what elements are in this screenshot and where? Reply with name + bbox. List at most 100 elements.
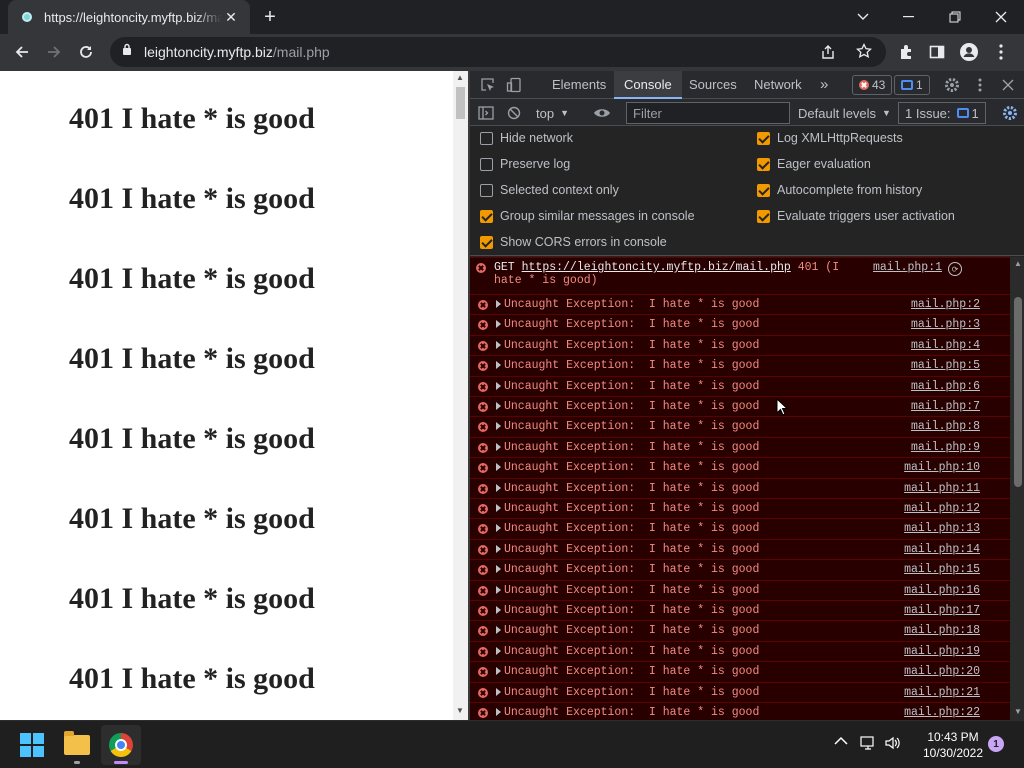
notification-badge[interactable]: 1 (988, 736, 1004, 752)
source-link[interactable]: mail.php:3 (911, 318, 980, 331)
expand-triangle-icon[interactable] (496, 626, 501, 635)
expand-triangle-icon[interactable] (496, 483, 501, 492)
console-exception-row[interactable]: Uncaught Exception: I hate * is good mail… (470, 334, 1010, 355)
expand-triangle-icon[interactable] (496, 687, 501, 696)
expand-triangle-icon[interactable] (496, 361, 501, 370)
tab-elements[interactable]: Elements (542, 71, 616, 99)
console-scrollbar[interactable]: ▲ ▼ (1010, 257, 1024, 720)
expand-triangle-icon[interactable] (496, 504, 501, 512)
taskbar-file-explorer[interactable] (57, 725, 97, 765)
console-exception-row[interactable]: Uncaught Exception: I hate * is good mail… (470, 375, 1010, 396)
devtools-menu-kebab-icon[interactable] (970, 75, 990, 95)
source-link[interactable]: mail.php:18 (904, 624, 980, 637)
console-settings-gear-icon[interactable] (1000, 103, 1020, 123)
clear-console-icon[interactable] (504, 103, 524, 123)
source-link[interactable]: mail.php:8 (911, 420, 980, 433)
tab-console[interactable]: Console (614, 71, 682, 99)
expand-triangle-icon[interactable] (496, 524, 501, 533)
checkbox[interactable] (480, 131, 493, 145)
console-exception-row[interactable]: Uncaught Exception: I hate * is good mail… (470, 559, 1010, 579)
expand-triangle-icon[interactable] (496, 606, 501, 614)
more-tabs-chevron-icon[interactable]: » (810, 71, 838, 99)
source-link[interactable]: mail.php:22 (904, 706, 980, 719)
minimize-button[interactable] (895, 3, 923, 31)
scroll-down-arrow-icon[interactable]: ▼ (1014, 708, 1022, 716)
source-link[interactable]: mail.php:13 (904, 522, 980, 535)
source-link[interactable]: mail.php:6 (911, 380, 980, 393)
error-url-link[interactable]: https://leightoncity.myftp.biz/mail.php (522, 261, 791, 274)
source-link[interactable]: mail.php:5 (911, 359, 980, 372)
expand-triangle-icon[interactable] (496, 300, 501, 308)
log-xhr-option[interactable]: Log XMLHttpRequests (757, 128, 903, 148)
console-exception-row[interactable]: Uncaught Exception: I hate * is good mail… (470, 477, 1010, 498)
console-scrollbar-thumb[interactable] (1014, 297, 1022, 487)
console-sidebar-icon[interactable] (476, 103, 496, 123)
console-exception-row[interactable]: Uncaught Exception: I hate * is good mail… (470, 355, 1010, 375)
restore-button[interactable] (941, 3, 969, 31)
source-link[interactable]: mail.php:20 (904, 665, 980, 678)
tab-sources[interactable]: Sources (679, 71, 747, 99)
message-count-badge[interactable]: 1 (894, 75, 930, 95)
close-tab-icon[interactable]: ✕ (222, 8, 240, 26)
console-exception-row[interactable]: Uncaught Exception: I hate * is good mail… (470, 416, 1010, 436)
share-icon[interactable] (820, 44, 836, 65)
autocomplete-history-option[interactable]: Autocomplete from history (757, 180, 922, 200)
expand-triangle-icon[interactable] (496, 565, 501, 574)
expand-triangle-icon[interactable] (496, 544, 501, 553)
source-link[interactable]: mail.php:10 (904, 461, 980, 474)
scroll-down-arrow-icon[interactable]: ▼ (456, 707, 464, 715)
error-count-badge[interactable]: 43 (852, 75, 893, 95)
source-link[interactable]: mail.php:7 (911, 400, 980, 413)
show-hidden-icons-chevron-icon[interactable] (834, 735, 848, 749)
console-exception-row[interactable]: Uncaught Exception: I hate * is good mail… (470, 661, 1010, 681)
expand-triangle-icon[interactable] (496, 667, 501, 676)
console-exception-row[interactable]: Uncaught Exception: I hate * is good mail… (470, 396, 1010, 416)
console-exception-row[interactable]: Uncaught Exception: I hate * is good mail… (470, 436, 1010, 457)
tab-search-icon[interactable] (849, 3, 877, 31)
checkbox-checked[interactable] (480, 209, 493, 223)
console-exception-row[interactable]: Uncaught Exception: I hate * is good mail… (470, 681, 1010, 702)
url-text[interactable]: leightoncity.myftp.biz/mail.php (144, 44, 330, 60)
checkbox-checked[interactable] (757, 209, 770, 223)
forward-button[interactable] (40, 38, 68, 66)
expand-triangle-icon[interactable] (496, 585, 501, 594)
device-toolbar-icon[interactable] (504, 75, 524, 95)
source-link[interactable]: mail.php:15 (904, 563, 980, 576)
close-devtools-icon[interactable] (998, 75, 1018, 95)
expand-triangle-icon[interactable] (496, 646, 501, 655)
console-filter-input[interactable] (626, 102, 790, 124)
expand-triangle-icon[interactable] (496, 442, 501, 451)
close-window-button[interactable] (987, 3, 1015, 31)
evaluate-triggers-option[interactable]: Evaluate triggers user activation (757, 206, 955, 226)
start-button[interactable] (12, 725, 52, 765)
menu-kebab-icon[interactable] (987, 38, 1015, 66)
source-link[interactable]: mail.php:21 (904, 686, 980, 699)
console-error-row[interactable]: GET https://leightoncity.myftp.biz/mail.… (470, 257, 1010, 294)
source-link[interactable]: mail.php:9 (911, 441, 980, 454)
show-cors-errors-option[interactable]: Show CORS errors in console (480, 232, 667, 252)
side-panel-icon[interactable] (923, 38, 951, 66)
console-exception-row[interactable]: Uncaught Exception: I hate * is good mail… (470, 600, 1010, 620)
source-link[interactable]: mail.php:12 (904, 502, 980, 515)
source-link[interactable]: mail.php:14 (904, 543, 980, 556)
checkbox-checked[interactable] (757, 131, 770, 145)
console-exception-row[interactable]: Uncaught Exception: I hate * is good mail… (470, 538, 1010, 559)
source-link[interactable]: mail.php:19 (904, 645, 980, 658)
system-clock[interactable]: 10:43 PM 10/30/2022 (920, 729, 986, 761)
group-similar-option[interactable]: Group similar messages in console (480, 206, 695, 226)
eager-evaluation-option[interactable]: Eager evaluation (757, 154, 871, 174)
console-exception-row[interactable]: Uncaught Exception: I hate * is good mail… (470, 518, 1010, 538)
issues-button[interactable]: 1 Issue: 1 (898, 102, 986, 124)
bookmark-star-icon[interactable] (855, 42, 873, 64)
expand-triangle-icon[interactable] (496, 381, 501, 390)
settings-gear-icon[interactable] (942, 75, 962, 95)
new-tab-button[interactable]: + (258, 5, 282, 29)
preserve-log-option[interactable]: Preserve log (480, 154, 570, 174)
console-exception-row[interactable]: Uncaught Exception: I hate * is good mail… (470, 702, 1010, 720)
scroll-up-arrow-icon[interactable]: ▲ (456, 74, 464, 82)
context-selector[interactable]: top ▼ (536, 103, 569, 123)
page-scrollbar[interactable]: ▲ ▼ (453, 71, 468, 720)
console-exception-row[interactable]: Uncaught Exception: I hate * is good mail… (470, 457, 1010, 477)
profile-avatar-icon[interactable] (955, 38, 983, 66)
expand-triangle-icon[interactable] (496, 320, 501, 329)
